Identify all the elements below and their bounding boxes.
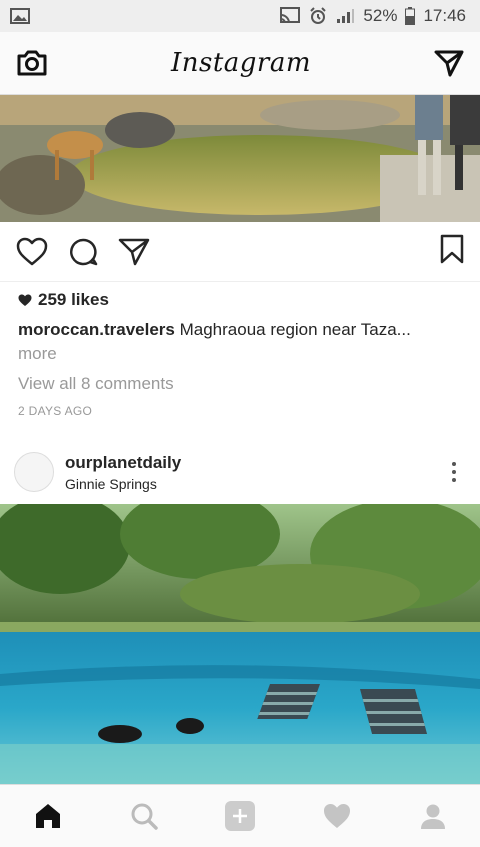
activity-heart-icon[interactable] bbox=[322, 802, 352, 830]
post-timestamp: 2 DAYS AGO bbox=[18, 404, 93, 418]
post-caption: moroccan.travelers Maghraoua region near… bbox=[18, 318, 463, 366]
post-username[interactable]: ourplanetdaily bbox=[65, 453, 181, 473]
likes-label: 259 likes bbox=[38, 290, 109, 309]
small-heart-icon bbox=[18, 294, 32, 307]
share-icon[interactable] bbox=[118, 237, 150, 267]
comment-icon[interactable] bbox=[68, 237, 98, 267]
view-comments-link[interactable]: View all 8 comments bbox=[18, 374, 174, 394]
profile-icon[interactable] bbox=[419, 802, 447, 830]
signal-icon bbox=[335, 8, 355, 24]
app-header: Instagram bbox=[0, 32, 480, 95]
home-icon[interactable] bbox=[33, 802, 63, 830]
caption-username[interactable]: moroccan.travelers bbox=[18, 320, 175, 339]
like-count[interactable]: 259 likes bbox=[18, 290, 109, 310]
caption-text: Maghraoua region near Taza... bbox=[179, 320, 411, 339]
app-logo: Instagram bbox=[170, 48, 312, 78]
avatar[interactable] bbox=[14, 452, 54, 492]
caption-more-link[interactable]: more bbox=[18, 344, 57, 363]
add-post-icon[interactable] bbox=[224, 800, 256, 832]
battery-percent: 52% bbox=[363, 6, 398, 25]
more-options-icon[interactable] bbox=[452, 462, 466, 482]
post-actions bbox=[0, 222, 480, 282]
camera-icon[interactable] bbox=[16, 49, 48, 77]
cast-icon bbox=[279, 7, 301, 25]
status-bar: 52% 17:46 bbox=[0, 0, 480, 32]
bottom-navigation bbox=[0, 784, 480, 847]
post-photo[interactable] bbox=[0, 95, 480, 222]
clock: 17:46 bbox=[423, 6, 466, 25]
post-location[interactable]: Ginnie Springs bbox=[65, 476, 181, 492]
post-header: ourplanetdaily Ginnie Springs bbox=[0, 440, 480, 504]
direct-message-icon[interactable] bbox=[434, 49, 464, 77]
search-icon[interactable] bbox=[130, 802, 158, 830]
post-photo[interactable] bbox=[0, 504, 480, 784]
battery-icon bbox=[405, 7, 416, 25]
bookmark-icon[interactable] bbox=[440, 234, 464, 264]
alarm-icon bbox=[309, 7, 327, 25]
like-heart-icon[interactable] bbox=[16, 237, 48, 267]
gallery-notification-icon bbox=[10, 8, 30, 24]
